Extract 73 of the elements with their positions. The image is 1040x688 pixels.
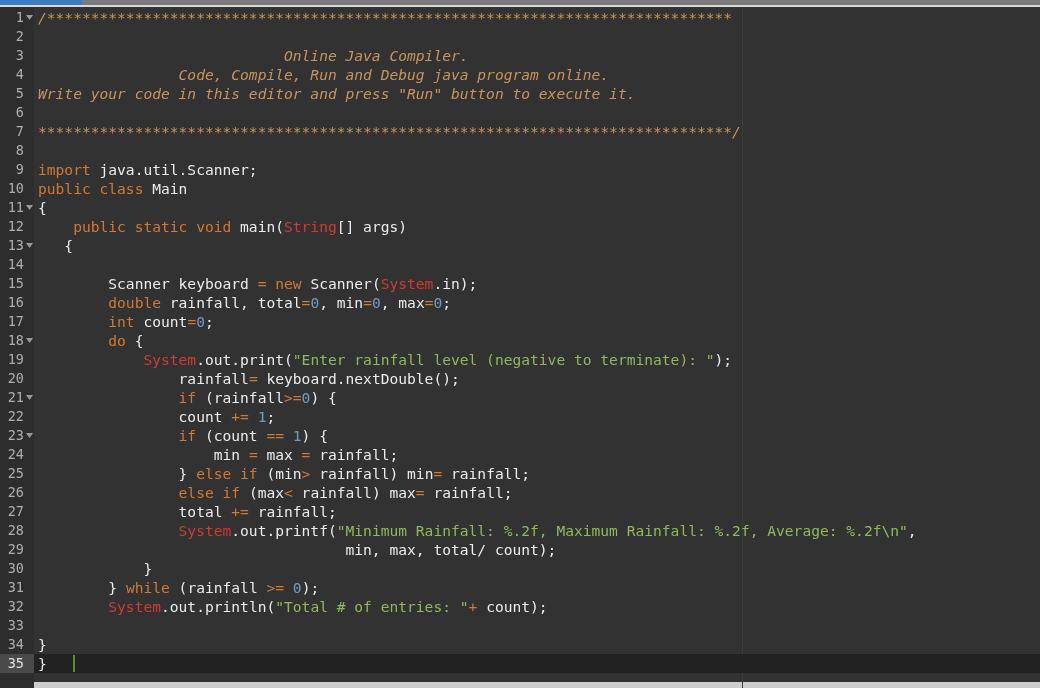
line-number: 14 [6,255,24,274]
code-line: { [63,236,74,255]
code-line: total += rainfall; [177,502,337,521]
line-number: 3 [14,46,24,65]
code-line: do { [107,331,144,350]
code-line: min = max = rainfall; [212,445,399,464]
code-line: } [142,559,153,578]
text-cursor [73,655,75,672]
code-line: Scanner keyboard = new Scanner(System.in); [107,274,478,293]
code-line: double rainfall, total=0, min=0, max=0; [107,293,452,312]
line-number: 23 [6,426,24,445]
line-number: 5 [14,84,24,103]
code-line: count += 1; [177,407,276,426]
line-number: 4 [14,65,24,84]
line-number: 18 [6,331,24,350]
code-line: System.out.println("Total # of entries: "+ count); [107,597,548,616]
line-number: 31 [6,578,24,597]
line-number: 12 [6,217,24,236]
line-number: 2 [14,27,24,46]
code-line: } [37,635,47,654]
code-line: if (count == 1) { [177,426,328,445]
code-line: if (rainfall>=0) { [177,388,337,407]
code-line: Code, Compile, Run and Debug java program online. [177,65,610,84]
line-number: 9 [14,160,24,179]
code-editor[interactable] [0,7,1040,688]
line-number: 27 [6,502,24,521]
fold-arrow-icon[interactable] [25,338,33,343]
line-number: 32 [6,597,24,616]
line-number: 7 [14,122,24,141]
line-number: 34 [6,635,24,654]
line-number: 16 [6,293,24,312]
code-line: else if (max< rainfall) max= rainfall; [177,483,513,502]
line-number: 15 [6,274,24,293]
code-line: System.out.print("Enter rainfall level (negative to terminate): "); [142,350,733,369]
code-line: *******************************************************************************/ [37,122,741,141]
code-line: /****************************************************************************** [37,8,733,27]
line-number: 20 [6,369,24,388]
code-line: } [37,654,47,673]
fold-arrow-icon[interactable] [25,395,33,400]
code-line: System.out.printf("Minimum Rainfall: %.2f, Maximum Rainfall: %.2f, Average: %.2f\n", [177,521,917,540]
line-number: 29 [6,540,24,559]
line-number: 8 [14,141,24,160]
code-line: Online Java Compiler. [283,46,469,65]
fold-arrow-icon[interactable] [25,205,33,210]
code-line: min, max, total/ count); [344,540,557,559]
line-number: 1 [14,8,24,27]
line-number: 24 [6,445,24,464]
fold-arrow-icon[interactable] [25,243,33,248]
fold-arrow-icon[interactable] [25,15,33,20]
code-line: } else if (min> rainfall) min= rainfall; [177,464,531,483]
line-number: 26 [6,483,24,502]
code-line: int count=0; [107,312,214,331]
code-line: import java.util.Scanner; [37,160,258,179]
line-number: 35 [6,654,24,673]
line-number: 10 [6,179,24,198]
code-line: public static void main(String[] args) [72,217,408,236]
fold-arrow-icon[interactable] [25,433,33,438]
code-line: } while (rainfall >= 0); [107,578,320,597]
line-number: 21 [6,388,24,407]
line-number: 11 [6,198,24,217]
line-number: 13 [6,236,24,255]
line-number: 25 [6,464,24,483]
line-number: 30 [6,559,24,578]
line-number: 17 [6,312,24,331]
line-number: 6 [14,103,24,122]
line-number: 33 [6,616,24,635]
line-number: 19 [6,350,24,369]
code-line: Write your code in this editor and press "Run" button to execute it. [37,84,636,103]
line-number: 28 [6,521,24,540]
line-number: 22 [6,407,24,426]
code-line: public class Main [37,179,188,198]
code-line: { [37,198,47,217]
code-line: rainfall= keyboard.nextDouble(); [177,369,460,388]
